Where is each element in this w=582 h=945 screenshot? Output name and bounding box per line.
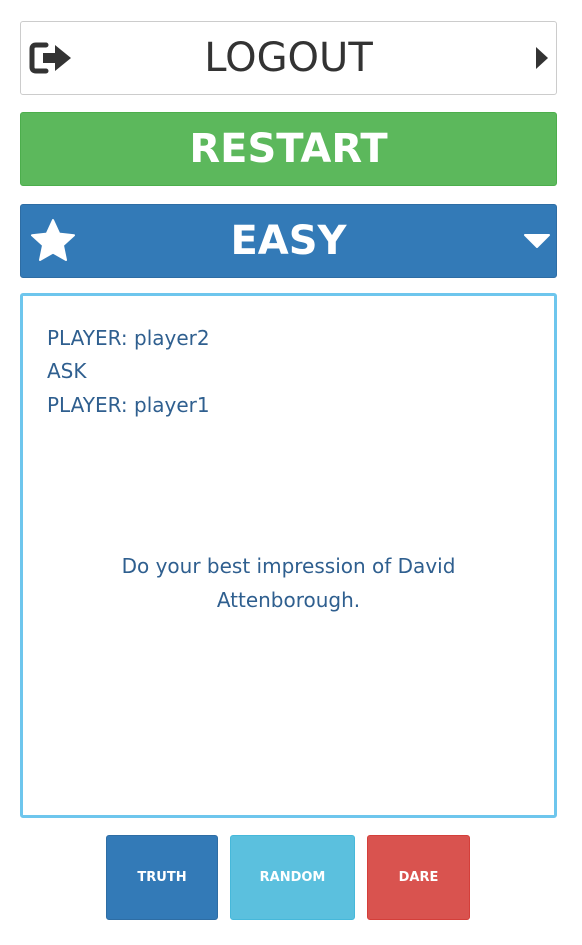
logout-label: LOGOUT	[204, 35, 373, 81]
truth-label: TRUTH	[137, 870, 187, 885]
random-label: RANDOM	[259, 870, 326, 885]
current-player-text: PLAYER: player2	[47, 326, 210, 350]
dare-button[interactable]: DARE	[367, 835, 470, 920]
target-player-text: PLAYER: player1	[47, 393, 210, 417]
challenge-text: Do your best impression of David Attenbo…	[121, 554, 456, 612]
random-button[interactable]: RANDOM	[230, 835, 355, 920]
restart-label: RESTART	[189, 126, 388, 172]
star-icon	[29, 218, 77, 264]
truth-button[interactable]: TRUTH	[106, 835, 218, 920]
logout-button[interactable]: LOGOUT	[20, 21, 557, 95]
sign-out-icon	[29, 41, 73, 75]
restart-button[interactable]: RESTART	[20, 112, 557, 186]
caret-down-icon	[524, 233, 550, 249]
difficulty-dropdown[interactable]: EASY	[20, 204, 557, 278]
game-panel: PLAYER: player2 ASK PLAYER: player1 Do y…	[20, 293, 557, 818]
dare-label: DARE	[398, 870, 439, 885]
caret-right-icon	[534, 45, 550, 71]
difficulty-label: EASY	[230, 218, 347, 264]
action-type-text: ASK	[47, 359, 87, 383]
